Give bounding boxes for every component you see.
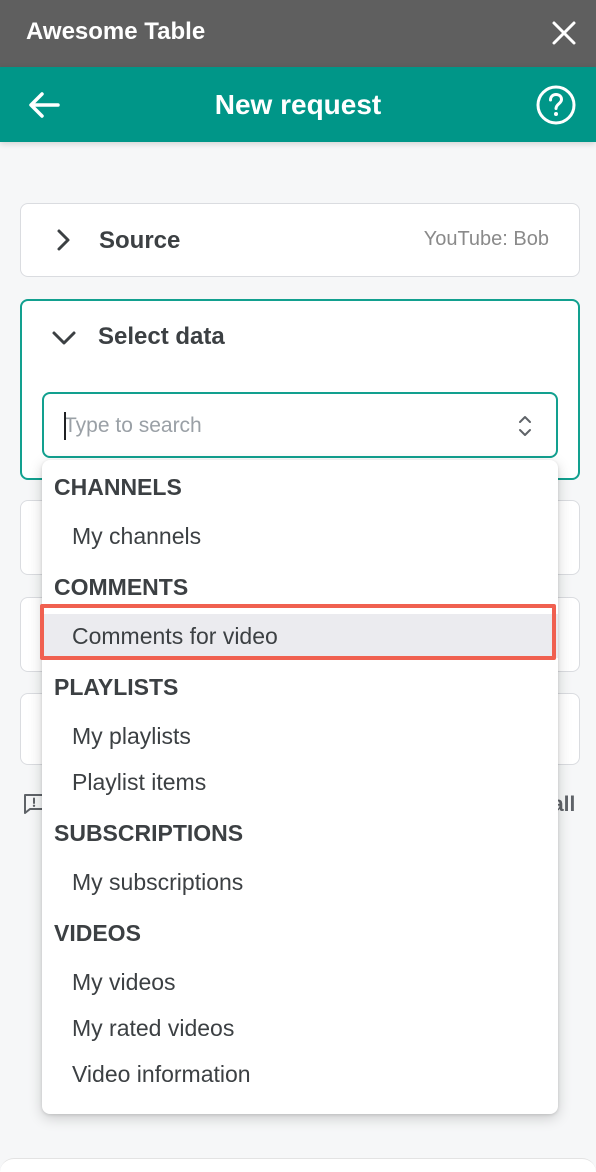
- chevron-down-icon[interactable]: [49, 323, 79, 353]
- option-my-videos[interactable]: My videos: [42, 960, 558, 1004]
- source-value: YouTube: Bob: [423, 228, 549, 250]
- option-my-subscriptions[interactable]: My subscriptions: [42, 860, 558, 904]
- group-header-playlists: PLAYLISTS: [54, 674, 179, 700]
- option-my-playlists[interactable]: My playlists: [42, 714, 558, 758]
- option-label: My playlists: [72, 723, 191, 749]
- option-my-rated-videos[interactable]: My rated videos: [42, 1006, 558, 1050]
- option-my-channels[interactable]: My channels: [42, 514, 558, 558]
- search-input[interactable]: [64, 408, 484, 444]
- option-label: My channels: [72, 523, 202, 549]
- group-header-subscriptions: SUBSCRIPTIONS: [54, 820, 244, 846]
- window-titlebar: Awesome Table: [0, 0, 596, 67]
- option-video-information[interactable]: Video information: [42, 1052, 558, 1096]
- page-header: New request: [0, 67, 596, 142]
- text-cursor: [64, 412, 66, 440]
- source-label: Source: [99, 227, 181, 254]
- close-icon[interactable]: [546, 15, 582, 51]
- bottom-panel: [0, 1158, 596, 1172]
- unfold-icon[interactable]: [514, 413, 536, 439]
- option-label: My videos: [72, 969, 176, 995]
- source-section[interactable]: Source YouTube: Bob: [20, 203, 580, 277]
- page-title: New request: [214, 89, 382, 120]
- option-label: Playlist items: [72, 769, 207, 795]
- option-label: Video information: [72, 1061, 251, 1087]
- option-playlist-items[interactable]: Playlist items: [42, 760, 558, 804]
- data-search-combobox[interactable]: [42, 392, 558, 458]
- select-data-label: Select data: [98, 323, 225, 350]
- help-circle-icon[interactable]: [534, 83, 578, 127]
- chevron-right-icon: [57, 229, 70, 251]
- option-label: My subscriptions: [72, 869, 244, 895]
- app-title: Awesome Table: [26, 18, 206, 45]
- highlight-annotation-frame: [40, 604, 556, 660]
- group-header-videos: VIDEOS: [54, 920, 141, 946]
- group-header-comments: COMMENTS: [54, 574, 189, 600]
- option-label: My rated videos: [72, 1015, 235, 1041]
- group-header-channels: CHANNELS: [54, 474, 182, 500]
- data-options-dropdown: CHANNELS My channels COMMENTS Comments f…: [42, 460, 558, 1114]
